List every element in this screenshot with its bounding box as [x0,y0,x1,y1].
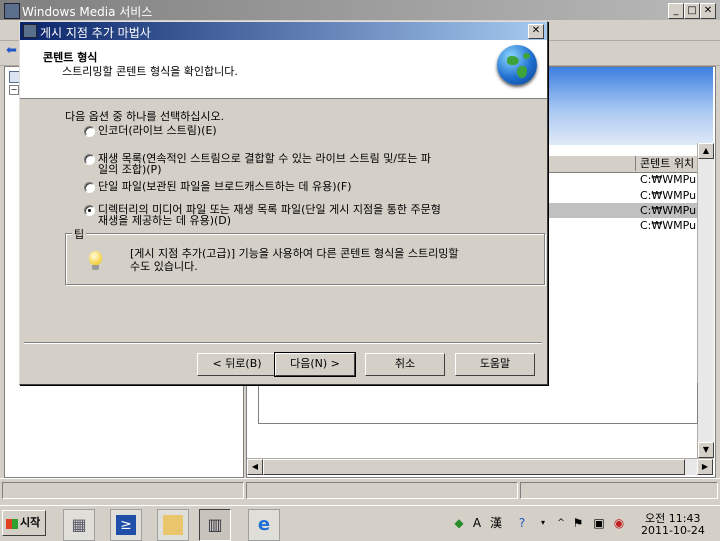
radio-single-file[interactable] [84,182,95,193]
powershell-taskbar-button[interactable]: ≥ [110,509,142,541]
option-label[interactable]: 단일 파일(보관된 파일을 브로드캐스트하는 데 유용)(F) [98,181,352,192]
start-button[interactable]: 시작 [2,510,46,536]
status-bar [0,478,720,501]
instruction-text: 다음 옵션 중 하나를 선택하십시오. [65,110,225,123]
tip-line: [게시 지점 추가(고급)] 기능을 사용하여 다른 콘텐트 형식을 스트리밍할 [130,247,459,260]
page-subtitle: 스트리밍할 콘텐트 형식을 확인합니다. [62,65,238,78]
wizard-title: 게시 지점 추가 마법사 [40,26,151,40]
scroll-down-icon[interactable]: ▼ [698,442,714,458]
wizard-header: 콘텐트 형식 스트리밍할 콘텐트 형식을 확인합니다. [20,40,547,99]
network-icon[interactable]: ▣ [592,516,606,530]
ime-hanja-button[interactable]: 漢 [489,516,503,530]
status-segment [2,482,244,499]
main-title-bar[interactable]: Windows Media 서비스 _ □ ✕ [0,0,720,20]
button-separator [24,342,542,344]
folder-icon [163,515,183,535]
add-publishing-point-wizard: 게시 지점 추가 마법사 ✕ 콘텐트 형식 스트리밍할 콘텐트 형식을 확인합니… [19,21,548,385]
tip-group: 팁 [게시 지점 추가(고급)] 기능을 사용하여 다른 콘텐트 형식을 스트리… [65,226,545,285]
horizontal-scrollbar[interactable]: ◀ ▶ [247,458,713,475]
explorer-taskbar-button[interactable] [157,509,189,541]
wizard-close-button[interactable]: ✕ [528,24,544,39]
ie-taskbar-button[interactable]: e [248,509,280,541]
main-window-title: Windows Media 서비스 [22,5,153,19]
cancel-button[interactable]: 취소 [365,353,445,376]
taskbar: 시작 ▦ ≥ ▥ e ◆ A 漢 ? ▾ ^ ⚑ ▣ ◉ 오전 11:43 20… [0,505,720,541]
next-button[interactable]: 다음(N) > [274,352,356,377]
minimize-button[interactable]: _ [668,3,684,19]
server-manager-taskbar-button[interactable]: ▦ [63,509,95,541]
close-button[interactable]: ✕ [700,3,716,19]
server-manager-icon: ▦ [71,515,87,534]
option-label[interactable]: 재생을 제공하는 데 유용)(D) [98,215,231,226]
app-icon [4,3,20,19]
language-icon[interactable]: ◆ [452,516,466,530]
option-label[interactable]: 인코더(라이브 스트림)(E) [98,125,217,136]
vertical-scrollbar[interactable]: ▲ ▼ [697,143,714,458]
globe-icon [497,45,537,85]
tree-collapse-icon[interactable]: − [9,85,19,95]
help-icon[interactable]: ? [515,516,529,530]
wizard-app-icon [23,24,37,38]
tip-legend: 팁 [72,226,87,242]
lightbulb-icon [89,251,102,265]
powershell-icon: ≥ [116,515,136,535]
scroll-up-icon[interactable]: ▲ [698,143,714,159]
media-services-icon: ▥ [207,515,223,534]
media-services-taskbar-button[interactable]: ▥ [199,509,231,541]
internet-explorer-icon: e [257,514,271,535]
scroll-right-icon[interactable]: ▶ [697,459,713,475]
back-arrow-icon[interactable]: ⬅ [6,44,20,58]
lightbulb-base [92,265,99,270]
back-button[interactable]: < 뒤로(B) [197,353,277,376]
option-label[interactable]: 일의 조합)(P) [98,164,161,175]
windows-flag-icon [6,519,18,529]
volume-muted-icon[interactable]: ◉ [612,516,626,530]
status-segment [520,482,718,499]
help-button[interactable]: 도움말 [455,353,535,376]
ime-options-icon[interactable]: ▾ [536,516,550,530]
radio-encoder[interactable] [84,126,95,137]
action-center-flag-icon[interactable]: ⚑ [571,516,585,530]
tip-line: 수도 있습니다. [130,260,198,273]
ime-a-button[interactable]: A [470,516,484,530]
clock-date[interactable]: 2011-10-24 [641,524,705,537]
tip-text: [게시 지점 추가(고급)] 기능을 사용하여 다른 콘텐트 형식을 스트리밍할… [130,247,530,273]
status-segment [246,482,518,499]
radio-directory[interactable] [84,205,95,216]
scroll-thumb[interactable] [263,459,685,475]
scroll-left-icon[interactable]: ◀ [247,459,263,475]
wizard-title-bar[interactable]: 게시 지점 추가 마법사 ✕ [20,22,547,40]
start-label[interactable]: 시작 [20,516,40,529]
show-hidden-icons[interactable]: ^ [554,516,568,530]
radio-playlist[interactable] [84,154,95,165]
inner-content-frame [258,383,698,424]
maximize-button[interactable]: □ [684,3,700,19]
